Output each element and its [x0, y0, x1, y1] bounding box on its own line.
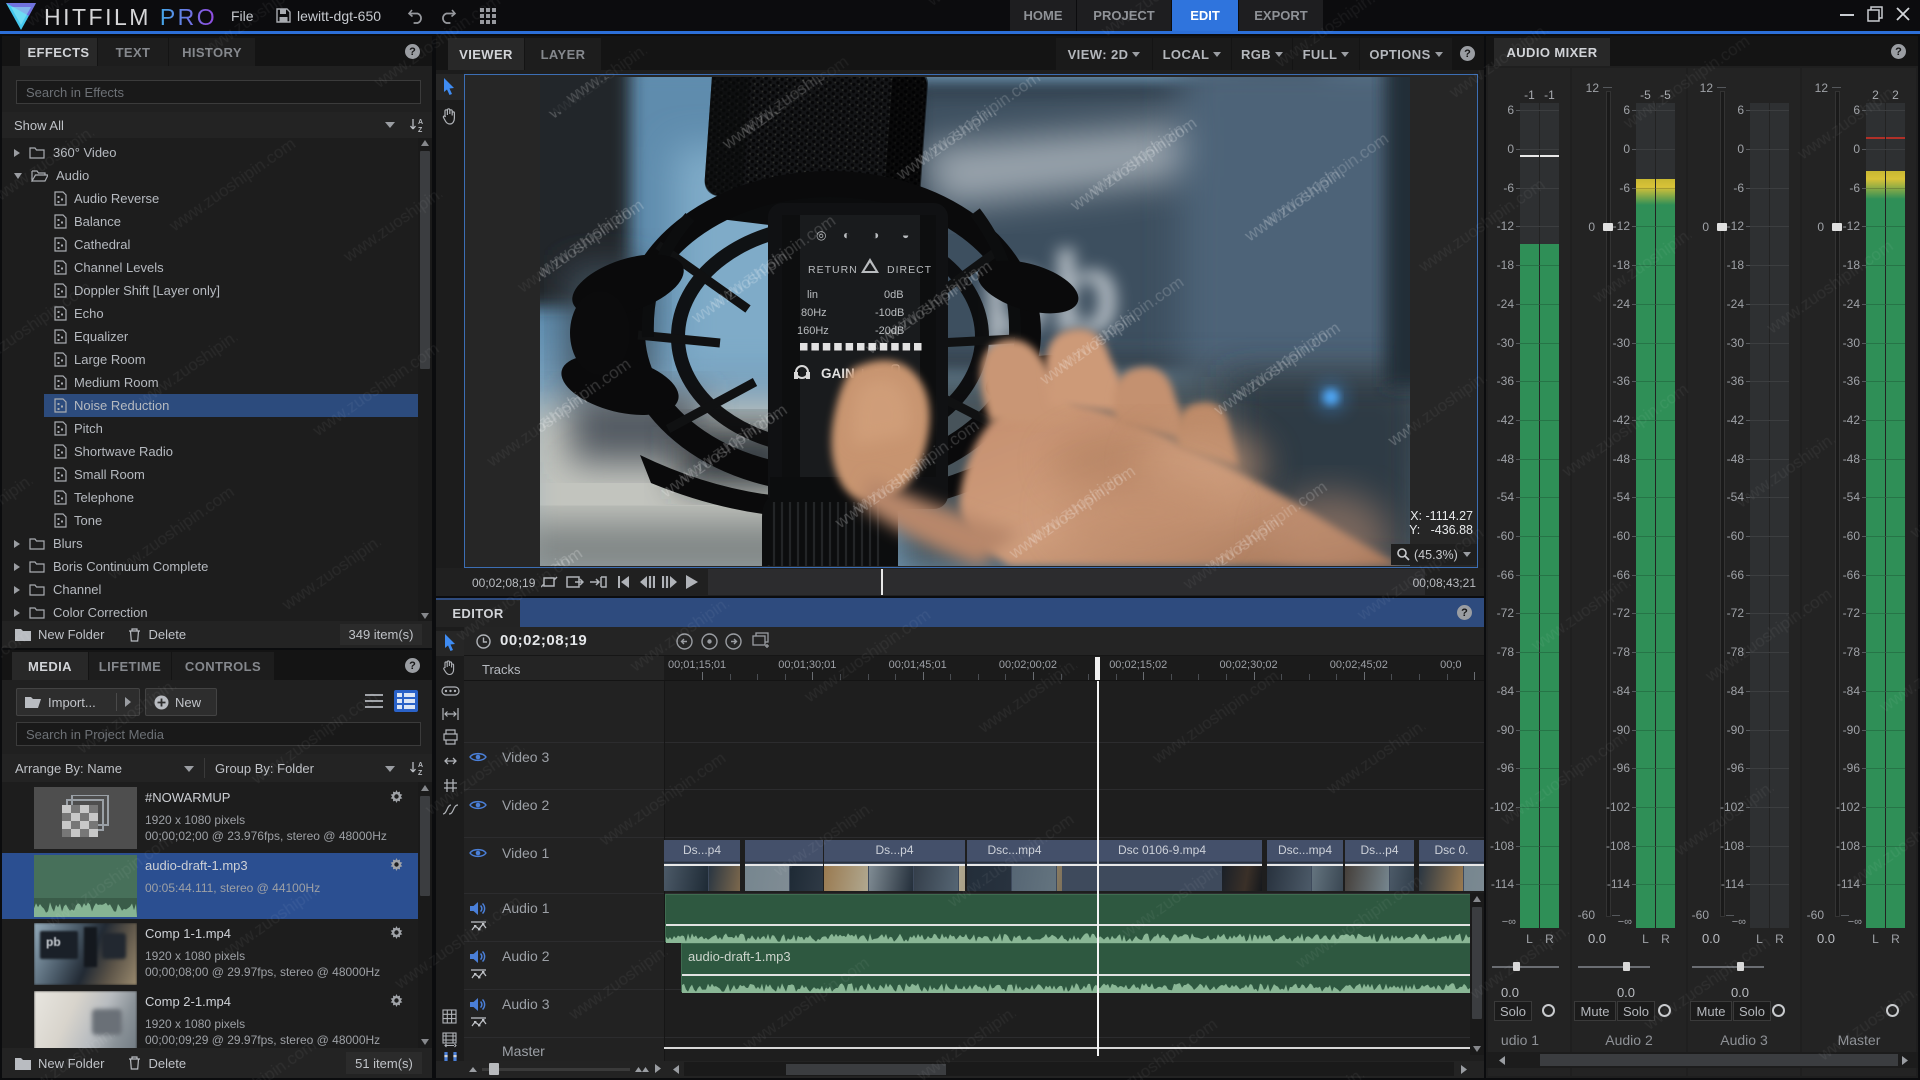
svg-text:A: A	[418, 119, 423, 126]
svg-text:A: A	[418, 762, 423, 769]
svg-text:Z: Z	[418, 770, 423, 776]
svg-text:Z: Z	[418, 127, 423, 133]
